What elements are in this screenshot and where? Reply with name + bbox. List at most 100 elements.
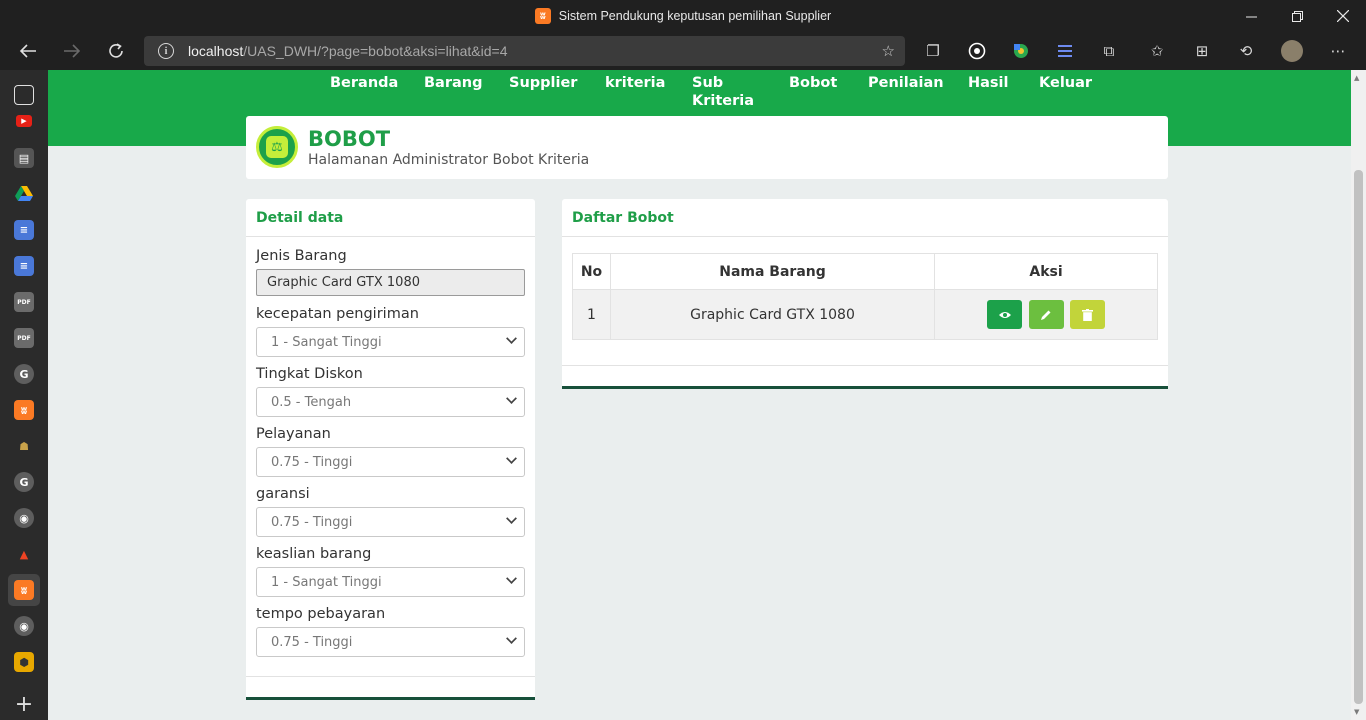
jenis-barang-label: Jenis Barang	[256, 248, 347, 264]
github-icon[interactable]: ◉	[14, 508, 34, 528]
xampp-icon[interactable]: ʬ	[14, 580, 34, 600]
trash-icon	[1081, 308, 1093, 321]
window-title-bar: ʬ Sistem Pendukung keputusan pemilihan S…	[0, 0, 1366, 32]
tingkat-diskon-select[interactable]: 0.5 - Tengah	[256, 387, 525, 417]
nav-item-kriteria[interactable]: kriteria	[605, 74, 665, 92]
back-button[interactable]	[12, 35, 44, 67]
info-icon[interactable]: i	[158, 43, 174, 59]
scroll-down-icon[interactable]: ▼	[1354, 708, 1359, 716]
url-text[interactable]: localhost/UAS_DWH/?page=bobot&aksi=lihat…	[188, 43, 507, 59]
tab-actions-icon[interactable]	[14, 85, 34, 105]
address-bar[interactable]: i localhost/UAS_DWH/?page=bobot&aksi=lih…	[144, 36, 905, 66]
cell-no: 1	[572, 289, 611, 340]
favorites-add-icon[interactable]: ☆	[882, 42, 895, 60]
pdf-icon[interactable]: PDF	[14, 328, 34, 348]
collections-icon[interactable]: ❐	[923, 41, 943, 61]
card-bottom-border	[562, 386, 1168, 389]
scale-icon: ⚖	[256, 126, 298, 168]
page-subtitle: Halamanan Administrator Bobot Kriteria	[308, 152, 590, 168]
arrow-right-icon	[64, 44, 81, 58]
cell-nama: Graphic Card GTX 1080	[610, 289, 935, 340]
youtube-icon[interactable]: ▶	[16, 115, 32, 127]
col-header-no: No	[572, 253, 611, 290]
close-button[interactable]	[1320, 0, 1366, 32]
divider	[562, 365, 1168, 366]
minimize-icon	[1245, 16, 1257, 17]
extensions-icon[interactable]: ⧉	[1099, 41, 1119, 61]
app-icon[interactable]: ☗	[14, 436, 34, 456]
minimize-button[interactable]	[1228, 0, 1274, 32]
card-bottom-border	[246, 697, 535, 700]
more-icon[interactable]: ⋯	[1328, 41, 1348, 61]
close-icon	[1337, 10, 1349, 22]
tempo-pembayaran-select[interactable]: 0.75 - Tinggi	[256, 627, 525, 657]
forward-button[interactable]	[56, 35, 88, 67]
favorites-icon[interactable]: ✩	[1147, 41, 1167, 61]
detail-card: Detail data Jenis Barang Graphic Card GT…	[246, 199, 535, 700]
divider	[246, 676, 535, 677]
docs-icon[interactable]: ≡	[14, 220, 34, 240]
page-title: BOBOT	[308, 127, 391, 151]
window-title-text: Sistem Pendukung keputusan pemilihan Sup…	[558, 9, 832, 23]
add-icon[interactable]: +	[14, 692, 34, 717]
col-header-aksi: Aksi	[934, 253, 1158, 290]
daftar-heading: Daftar Bobot	[562, 199, 1168, 237]
whatsapp-icon[interactable]	[967, 41, 987, 61]
kecepatan-pengiriman-select[interactable]: 1 - Sangat Tinggi	[256, 327, 525, 357]
nav-item-supplier[interactable]: Supplier	[509, 74, 577, 92]
nav-item-keluar[interactable]: Keluar	[1039, 74, 1092, 92]
pelayanan-select[interactable]: 0.75 - Tinggi	[256, 447, 525, 477]
google-drive-icon[interactable]	[14, 184, 34, 204]
garansi-select[interactable]: 0.75 - Tinggi	[256, 507, 525, 537]
field-label: keaslian barang	[256, 546, 372, 562]
field-label: Tingkat Diskon	[256, 366, 363, 382]
arrow-left-icon	[19, 44, 36, 58]
browser-toolbar: i localhost/UAS_DWH/?page=bobot&aksi=lih…	[0, 32, 1366, 70]
profile-avatar[interactable]	[1281, 40, 1303, 62]
view-button[interactable]	[987, 300, 1023, 329]
google-lens-icon[interactable]	[1011, 41, 1031, 61]
tab-actions-icon[interactable]: ⊞	[1192, 41, 1212, 61]
window-title: ʬ Sistem Pendukung keputusan pemilihan S…	[0, 0, 1366, 32]
codeigniter-icon[interactable]: ▲	[14, 544, 34, 564]
eye-icon	[998, 311, 1011, 318]
nav-item-penilaian[interactable]: Penilaian	[868, 74, 944, 92]
keaslian-barang-select[interactable]: 1 - Sangat Tinggi	[256, 567, 525, 597]
app-icon[interactable]: ⬢	[14, 652, 34, 672]
pencil-icon	[1041, 310, 1051, 320]
xampp-icon[interactable]: ʬ	[14, 400, 34, 420]
pdf-icon[interactable]: PDF	[14, 292, 34, 312]
docs-icon[interactable]: ≡	[14, 256, 34, 276]
history-icon[interactable]: ⟲	[1236, 41, 1256, 61]
nav-item-sub-kriteria[interactable]: Sub Kriteria	[692, 74, 754, 110]
refresh-button[interactable]	[100, 35, 132, 67]
jenis-barang-field[interactable]: Graphic Card GTX 1080	[256, 269, 525, 296]
detail-heading: Detail data	[246, 199, 535, 237]
chevron-down-icon	[506, 633, 517, 644]
delete-button[interactable]	[1069, 300, 1105, 329]
nav-item-barang[interactable]: Barang	[424, 74, 482, 92]
col-header-nama: Nama Barang	[610, 253, 935, 290]
reading-list-icon[interactable]	[1055, 41, 1075, 61]
google-icon[interactable]: G	[14, 472, 34, 492]
chevron-down-icon	[506, 393, 517, 404]
page-icon[interactable]: ▤	[14, 148, 34, 168]
field-label: tempo pebayaran	[256, 606, 386, 622]
scrollbar-thumb[interactable]	[1354, 170, 1363, 704]
nav-item-hasil[interactable]: Hasil	[968, 74, 1009, 92]
scroll-up-icon[interactable]: ▲	[1354, 74, 1359, 82]
google-icon[interactable]: G	[14, 364, 34, 384]
daftar-card: Daftar Bobot No Nama Barang Aksi 1 Graph…	[562, 199, 1168, 389]
browser-sidebar: ▶ ▤ ≡ ≡ PDF PDF G ʬ ☗ G ◉ ▲ ʬ ◉ ⬢ +	[0, 70, 48, 720]
nav-item-bobot[interactable]: Bobot	[789, 74, 837, 92]
xampp-icon: ʬ	[534, 8, 551, 24]
restore-button[interactable]	[1274, 0, 1320, 32]
chevron-down-icon	[506, 453, 517, 464]
edit-button[interactable]	[1028, 300, 1064, 329]
page-scrollbar[interactable]: ▲ ▼	[1351, 70, 1366, 720]
github-icon[interactable]: ◉	[14, 616, 34, 636]
chevron-down-icon	[506, 573, 517, 584]
chevron-down-icon	[506, 513, 517, 524]
nav-item-beranda[interactable]: Beranda	[330, 74, 398, 92]
restore-icon	[1291, 10, 1303, 22]
